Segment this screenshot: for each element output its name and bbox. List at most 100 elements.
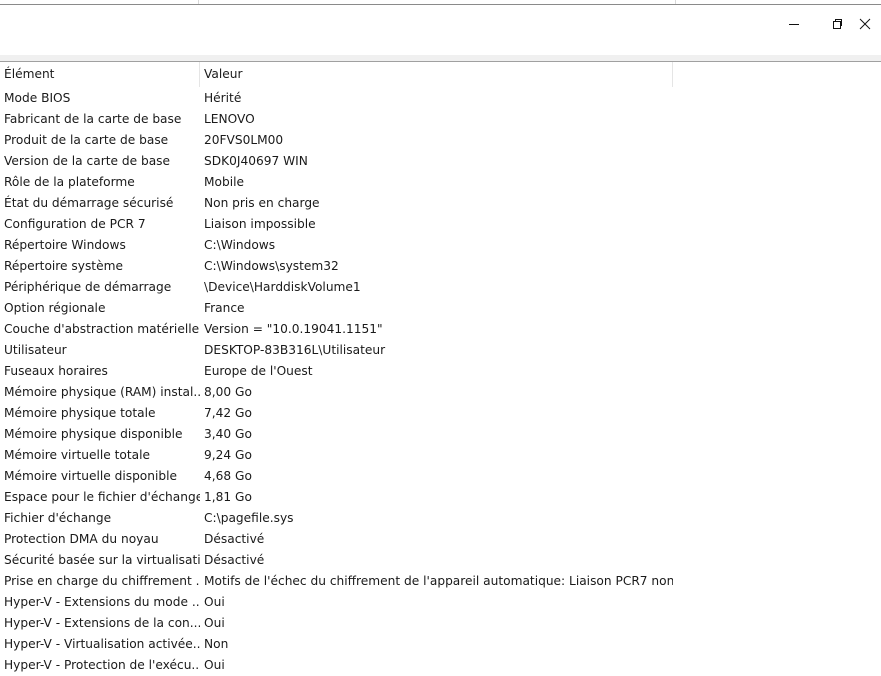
row-element-cell: Mémoire physique totale [4, 406, 156, 420]
column-header-label: Valeur [204, 67, 243, 81]
row-value-cell: LENOVO [204, 112, 255, 126]
row-value-cell: Mobile [204, 175, 244, 189]
row-element-cell: Hyper-V - Virtualisation activée... [4, 637, 200, 651]
row-value-cell: 7,42 Go [204, 406, 252, 420]
minimize-icon [789, 23, 799, 25]
row-element-cell: Fuseaux horaires [4, 364, 108, 378]
table-row[interactable]: Option régionale France [0, 298, 881, 319]
table-row[interactable]: Configuration de PCR 7 Liaison impossible [0, 214, 881, 235]
info-list-view[interactable]: Élément Valeur Mode BIOS Hérité Fabricant … [0, 62, 881, 676]
table-row[interactable]: Hyper-V - Extensions du mode ... Oui [0, 592, 881, 613]
row-value-cell: C:\Windows [204, 238, 276, 252]
table-row[interactable]: Mémoire physique disponible 3,40 Go [0, 424, 881, 445]
row-element-cell: Hyper-V - Protection de l'exécu... [4, 658, 200, 672]
row-element-cell: Rôle de la plateforme [4, 175, 135, 189]
row-element-cell: Utilisateur [4, 343, 67, 357]
row-value-cell: Hérité [204, 91, 242, 105]
row-value-cell: Motifs de l'échec du chiffrement de l'ap… [204, 574, 673, 588]
table-row[interactable]: Périphérique de démarrage \Device\Harddis… [0, 277, 881, 298]
row-element-cell: Répertoire système [4, 259, 123, 273]
row-element-cell: Fabricant de la carte de base [4, 112, 182, 126]
row-element-cell: Sécurité basée sur la virtualisati... [4, 553, 200, 567]
row-element-cell: Produit de la carte de base [4, 133, 169, 147]
row-value-cell: 8,00 Go [204, 385, 252, 399]
table-row[interactable]: Hyper-V - Virtualisation activée... Non [0, 634, 881, 655]
row-value-cell: SDK0J40697 WIN [204, 154, 308, 168]
row-element-cell: Hyper-V - Extensions du mode ... [4, 595, 200, 609]
table-row[interactable]: Utilisateur DESKTOP-83B316L\Utilisateur [0, 340, 881, 361]
row-element-cell: Mémoire physique disponible [4, 427, 183, 441]
row-value-cell: C:\pagefile.sys [204, 511, 294, 525]
row-value-cell: 4,68 Go [204, 469, 252, 483]
system-info-window: Élément Valeur Mode BIOS Hérité Fabricant … [0, 0, 881, 676]
row-value-cell: Version = "10.0.19041.1151" [204, 322, 383, 336]
row-element-cell: Mode BIOS [4, 91, 71, 105]
row-value-cell: Oui [204, 658, 225, 672]
row-element-cell: Configuration de PCR 7 [4, 217, 146, 231]
row-element-cell: Mémoire virtuelle totale [4, 448, 150, 462]
row-value-cell: Désactivé [204, 553, 265, 567]
row-value-cell: Oui [204, 595, 225, 609]
row-value-cell: Non [204, 637, 229, 651]
row-element-cell: Hyper-V - Extensions de la con... [4, 616, 200, 630]
table-row[interactable]: Protection DMA du noyau Désactivé [0, 529, 881, 550]
table-row[interactable]: Prise en charge du chiffrement ... Motifs… [0, 571, 881, 592]
row-value-cell: 1,81 Go [204, 490, 252, 504]
row-element-cell: Espace pour le fichier d'échange [4, 490, 200, 504]
row-element-cell: Fichier d'échange [4, 511, 112, 525]
table-row[interactable]: Hyper-V - Protection de l'exécu... Oui [0, 655, 881, 676]
row-element-cell: Répertoire Windows [4, 238, 126, 252]
table-row[interactable]: Rôle de la plateforme Mobile [0, 172, 881, 193]
table-row[interactable]: Couche d'abstraction matérielle Version =… [0, 319, 881, 340]
column-header-empty [673, 62, 881, 87]
list-rows: Mode BIOS Hérité Fabricant de la carte de … [0, 88, 881, 676]
row-value-cell: Liaison impossible [204, 217, 316, 231]
row-value-cell: 3,40 Go [204, 427, 252, 441]
row-element-cell: Protection DMA du noyau [4, 532, 159, 546]
table-row[interactable]: Répertoire système C:\Windows\system32 [0, 256, 881, 277]
row-value-cell: Non pris en charge [204, 196, 320, 210]
restore-button[interactable] [815, 5, 861, 43]
row-value-cell: 9,24 Go [204, 448, 252, 462]
close-icon [859, 18, 871, 30]
table-row[interactable]: Répertoire Windows C:\Windows [0, 235, 881, 256]
row-element-cell: Option régionale [4, 301, 106, 315]
row-value-cell: Europe de l'Ouest [204, 364, 313, 378]
table-row[interactable]: Fabricant de la carte de base LENOVO [0, 109, 881, 130]
close-button[interactable] [859, 5, 881, 43]
table-row[interactable]: Espace pour le fichier d'échange 1,81 Go [0, 487, 881, 508]
row-element-cell: État du démarrage sécurisé [4, 196, 174, 210]
table-row[interactable]: Hyper-V - Extensions de la con... Oui [0, 613, 881, 634]
row-element-cell: Mémoire physique (RAM) instal... [4, 385, 200, 399]
row-element-cell: Mémoire virtuelle disponible [4, 469, 177, 483]
row-element-cell: Prise en charge du chiffrement ... [4, 574, 200, 588]
restore-icon [833, 19, 843, 29]
table-row[interactable]: Mémoire virtuelle totale 9,24 Go [0, 445, 881, 466]
row-element-cell: Couche d'abstraction matérielle [4, 322, 200, 336]
row-value-cell: DESKTOP-83B316L\Utilisateur [204, 343, 386, 357]
column-header-element[interactable]: Élément [0, 62, 200, 87]
row-element-cell: Version de la carte de base [4, 154, 171, 168]
row-value-cell: \Device\HarddiskVolume1 [204, 280, 361, 294]
table-row[interactable]: Version de la carte de base SDK0J40697 WI… [0, 151, 881, 172]
table-row[interactable]: Mémoire physique totale 7,42 Go [0, 403, 881, 424]
title-bar[interactable] [0, 5, 881, 55]
table-row[interactable]: Sécurité basée sur la virtualisati... Dés… [0, 550, 881, 571]
row-value-cell: C:\Windows\system32 [204, 259, 339, 273]
table-row[interactable]: Mode BIOS Hérité [0, 88, 881, 109]
row-value-cell: 20FVS0LM00 [204, 133, 284, 147]
minimize-button[interactable] [771, 5, 817, 43]
table-row[interactable]: Mémoire physique (RAM) instal... 8,00 Go [0, 382, 881, 403]
table-row[interactable]: État du démarrage sécurisé Non pris en ch… [0, 193, 881, 214]
table-row[interactable]: Produit de la carte de base 20FVS0LM00 [0, 130, 881, 151]
table-row[interactable]: Fuseaux horaires Europe de l'Ouest [0, 361, 881, 382]
column-header-value[interactable]: Valeur [200, 62, 673, 87]
row-value-cell: France [204, 301, 245, 315]
table-row[interactable]: Mémoire virtuelle disponible 4,68 Go [0, 466, 881, 487]
table-row[interactable]: Fichier d'échange C:\pagefile.sys [0, 508, 881, 529]
column-header-label: Élément [4, 67, 55, 81]
list-header: Élément Valeur [0, 62, 881, 87]
row-element-cell: Périphérique de démarrage [4, 280, 172, 294]
row-value-cell: Désactivé [204, 532, 265, 546]
row-value-cell: Oui [204, 616, 225, 630]
